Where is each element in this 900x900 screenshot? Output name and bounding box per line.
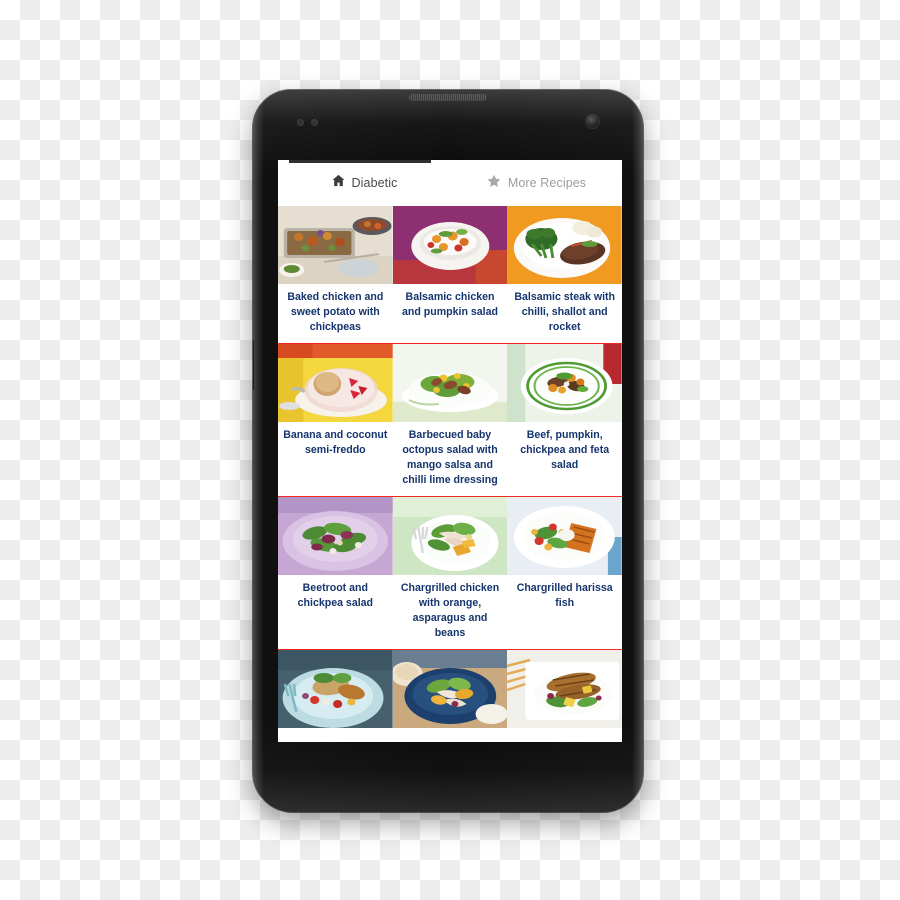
tab-more-recipes[interactable]: More Recipes xyxy=(450,160,622,206)
star-icon xyxy=(486,173,502,194)
earpiece-speaker xyxy=(409,94,487,101)
volume-button[interactable] xyxy=(253,340,254,390)
recipe-row: Banana and coconut semi-freddo Barbecued… xyxy=(278,344,622,498)
recipe-thumbnail xyxy=(507,650,622,729)
recipe-card[interactable]: Baked chicken and sweet potato with chic… xyxy=(278,206,393,344)
light-sensor-icon xyxy=(311,119,318,126)
recipe-thumbnail xyxy=(392,206,508,284)
recipe-title: Beetroot and chickpea salad xyxy=(297,582,374,610)
recipe-thumbnail xyxy=(392,344,508,423)
recipe-thumbnail xyxy=(507,206,622,284)
tab-diabetic-label: Diabetic xyxy=(351,176,398,190)
recipe-card[interactable]: Banana and coconut semi-freddo xyxy=(278,344,393,497)
recipe-row xyxy=(278,650,622,742)
recipe-title: Chargrilled harissa fish xyxy=(516,582,613,610)
recipe-grid: Baked chicken and sweet potato with chic… xyxy=(278,206,622,742)
tab-more-recipes-label: More Recipes xyxy=(507,176,587,190)
recipe-row: Baked chicken and sweet potato with chic… xyxy=(278,206,622,345)
proximity-sensor-icon xyxy=(297,119,304,126)
recipe-thumbnail xyxy=(392,497,508,576)
phone-screen: Diabetic More Recipes Baked chicken and … xyxy=(278,160,622,742)
recipe-title xyxy=(507,728,622,742)
recipe-thumbnail xyxy=(278,206,393,284)
recipe-thumbnail xyxy=(392,650,508,729)
tab-bar: Diabetic More Recipes xyxy=(278,160,622,206)
recipe-title xyxy=(393,728,508,742)
recipe-card[interactable]: Beetroot and chickpea salad xyxy=(278,497,393,650)
recipe-thumbnail xyxy=(278,344,393,423)
recipe-title: Chargrilled chicken with orange, asparag… xyxy=(400,582,500,640)
recipe-thumbnail xyxy=(278,497,393,576)
recipe-title: Banana and coconut semi-freddo xyxy=(283,429,388,457)
recipe-title: Balsamic steak with chilli, shallot and … xyxy=(514,291,616,334)
recipe-card[interactable]: Chargrilled chicken with orange, asparag… xyxy=(392,497,508,650)
tab-diabetic[interactable]: Diabetic xyxy=(278,160,450,206)
recipe-title: Barbecued baby octopus salad with mango … xyxy=(402,429,498,487)
recipe-title: Balsamic chicken and pumpkin salad xyxy=(402,291,498,319)
recipe-thumbnail xyxy=(507,497,622,576)
recipe-card[interactable]: Barbecued baby octopus salad with mango … xyxy=(392,344,508,497)
recipe-thumbnail xyxy=(507,344,622,423)
recipe-card[interactable]: Chargrilled harissa fish xyxy=(507,497,622,650)
recipe-card[interactable] xyxy=(507,650,622,742)
recipe-title xyxy=(278,728,393,742)
home-icon xyxy=(331,173,346,193)
recipe-card[interactable]: Beef, pumpkin, chickpea and feta salad xyxy=(507,344,622,497)
recipe-thumbnail xyxy=(278,650,393,729)
front-camera-icon xyxy=(586,115,599,128)
recipe-card[interactable]: Balsamic steak with chilli, shallot and … xyxy=(507,206,622,344)
recipe-card[interactable] xyxy=(278,650,393,742)
recipe-card[interactable] xyxy=(392,650,508,742)
recipe-card[interactable]: Balsamic chicken and pumpkin salad xyxy=(392,206,508,344)
recipe-title: Baked chicken and sweet potato with chic… xyxy=(287,291,384,334)
recipe-row: Beetroot and chickpea salad Chargrilled … xyxy=(278,497,622,651)
recipe-title: Beef, pumpkin, chickpea and feta salad xyxy=(520,429,610,472)
active-tab-indicator xyxy=(289,160,431,163)
phone-device: Diabetic More Recipes Baked chicken and … xyxy=(253,90,643,812)
